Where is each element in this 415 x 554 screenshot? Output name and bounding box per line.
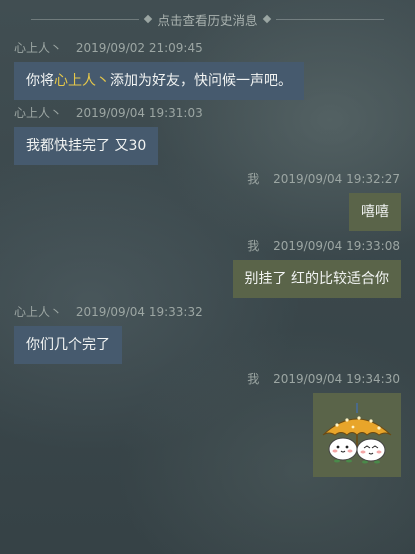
- message-item: 心上人丶 2019/09/02 21:09:45 你将心上人丶添加为好友，快问候…: [0, 40, 415, 100]
- message-time: 2019/09/02 21:09:45: [75, 41, 203, 55]
- message-time: 2019/09/04 19:33:08: [273, 239, 400, 253]
- message-item: 我 2019/09/04 19:32:27 嘻嘻: [0, 171, 415, 231]
- sender-name[interactable]: 心上人丶: [14, 41, 62, 55]
- message-item: 我 2019/09/04 19:34:30: [0, 371, 415, 481]
- sender-name: 我: [247, 172, 260, 186]
- message-time: 2019/09/04 19:34:30: [273, 372, 400, 386]
- buns-umbrella-sticker-icon: [322, 403, 392, 464]
- diamond-icon: [144, 14, 153, 24]
- sender-name: 我: [247, 239, 260, 253]
- message-bubble[interactable]: 你们几个完了: [14, 326, 122, 364]
- message-time: 2019/09/04 19:31:03: [75, 106, 203, 120]
- sender-name[interactable]: 心上人丶: [14, 106, 62, 120]
- divider-line-left: [31, 18, 140, 20]
- message-text: 你将: [26, 73, 54, 89]
- sticker-message[interactable]: [313, 393, 401, 477]
- sender-name[interactable]: 心上人丶: [14, 305, 62, 319]
- view-history-link[interactable]: 点击查看历史消息: [157, 10, 257, 29]
- message-time: 2019/09/04 19:32:27: [273, 172, 400, 186]
- message-bubble[interactable]: 你将心上人丶添加为好友，快问候一声吧。: [14, 62, 304, 100]
- message-item: 心上人丶 2019/09/04 19:33:32 你们几个完了: [0, 304, 415, 364]
- message-time: 2019/09/04 19:33:32: [75, 305, 203, 319]
- sender-name: 我: [247, 372, 260, 386]
- message-item: 我 2019/09/04 19:33:08 别挂了 红的比较适合你: [0, 238, 415, 298]
- message-item: 心上人丶 2019/09/04 19:31:03 我都快挂完了 又30: [0, 105, 415, 165]
- message-bubble[interactable]: 别挂了 红的比较适合你: [232, 260, 401, 298]
- history-divider: 点击查看历史消息: [0, 10, 415, 28]
- diamond-icon: [262, 14, 271, 24]
- divider-line-right: [275, 18, 384, 20]
- message-bubble[interactable]: 我都快挂完了 又30: [14, 127, 159, 165]
- message-bubble[interactable]: 嘻嘻: [349, 193, 401, 231]
- message-text: 添加为好友，快问候一声吧。: [110, 73, 292, 89]
- friend-name-link[interactable]: 心上人丶: [54, 73, 110, 89]
